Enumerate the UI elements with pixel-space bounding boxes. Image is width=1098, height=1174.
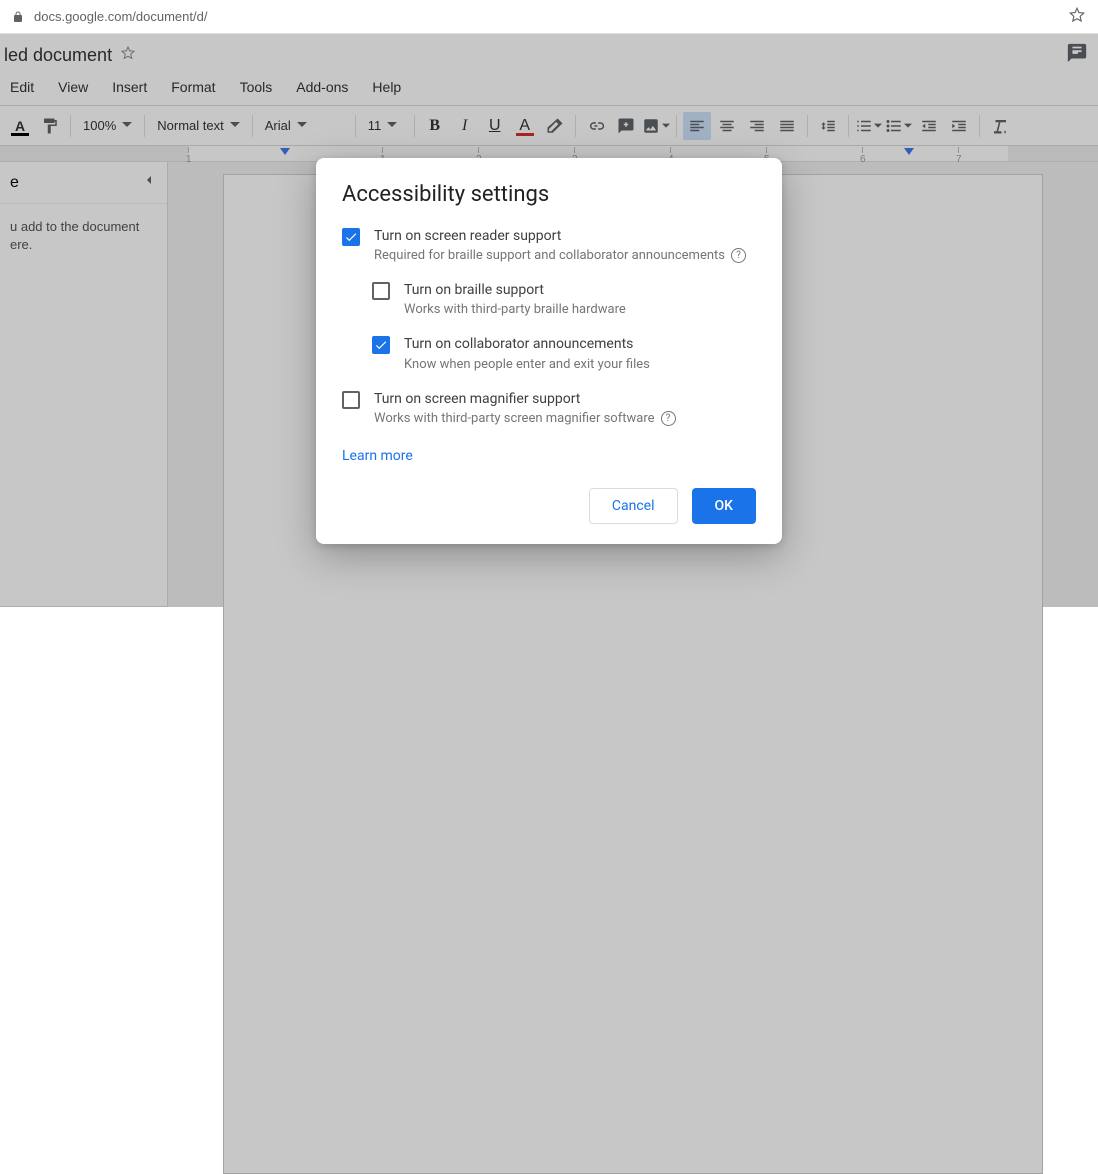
lock-icon xyxy=(12,10,24,24)
learn-more-link[interactable]: Learn more xyxy=(342,448,413,464)
magnifier-checkbox[interactable] xyxy=(342,391,360,409)
magnifier-desc: Works with third-party screen magnifier … xyxy=(374,411,655,426)
browser-url-bar: docs.google.com/document/d/ xyxy=(0,0,1098,34)
accessibility-settings-dialog: Accessibility settings Turn on screen re… xyxy=(316,158,782,544)
ok-button[interactable]: OK xyxy=(692,488,757,524)
collaborator-checkbox[interactable] xyxy=(372,336,390,354)
braille-desc: Works with third-party braille hardware xyxy=(404,302,626,317)
collaborator-desc: Know when people enter and exit your fil… xyxy=(404,357,650,372)
modal-overlay: Accessibility settings Turn on screen re… xyxy=(0,34,1098,607)
screen-reader-desc: Required for braille support and collabo… xyxy=(374,248,725,263)
collaborator-label: Turn on collaborator announcements xyxy=(404,335,650,353)
dialog-title: Accessibility settings xyxy=(342,182,756,207)
magnifier-label: Turn on screen magnifier support xyxy=(374,390,676,408)
url-text[interactable]: docs.google.com/document/d/ xyxy=(34,9,207,24)
braille-checkbox[interactable] xyxy=(372,282,390,300)
help-icon[interactable]: ? xyxy=(661,411,676,426)
help-icon[interactable]: ? xyxy=(731,248,746,263)
braille-label: Turn on braille support xyxy=(404,281,626,299)
cancel-button[interactable]: Cancel xyxy=(589,488,678,524)
bookmark-star-icon[interactable] xyxy=(1068,6,1086,27)
screen-reader-label: Turn on screen reader support xyxy=(374,227,746,245)
screen-reader-checkbox[interactable] xyxy=(342,228,360,246)
